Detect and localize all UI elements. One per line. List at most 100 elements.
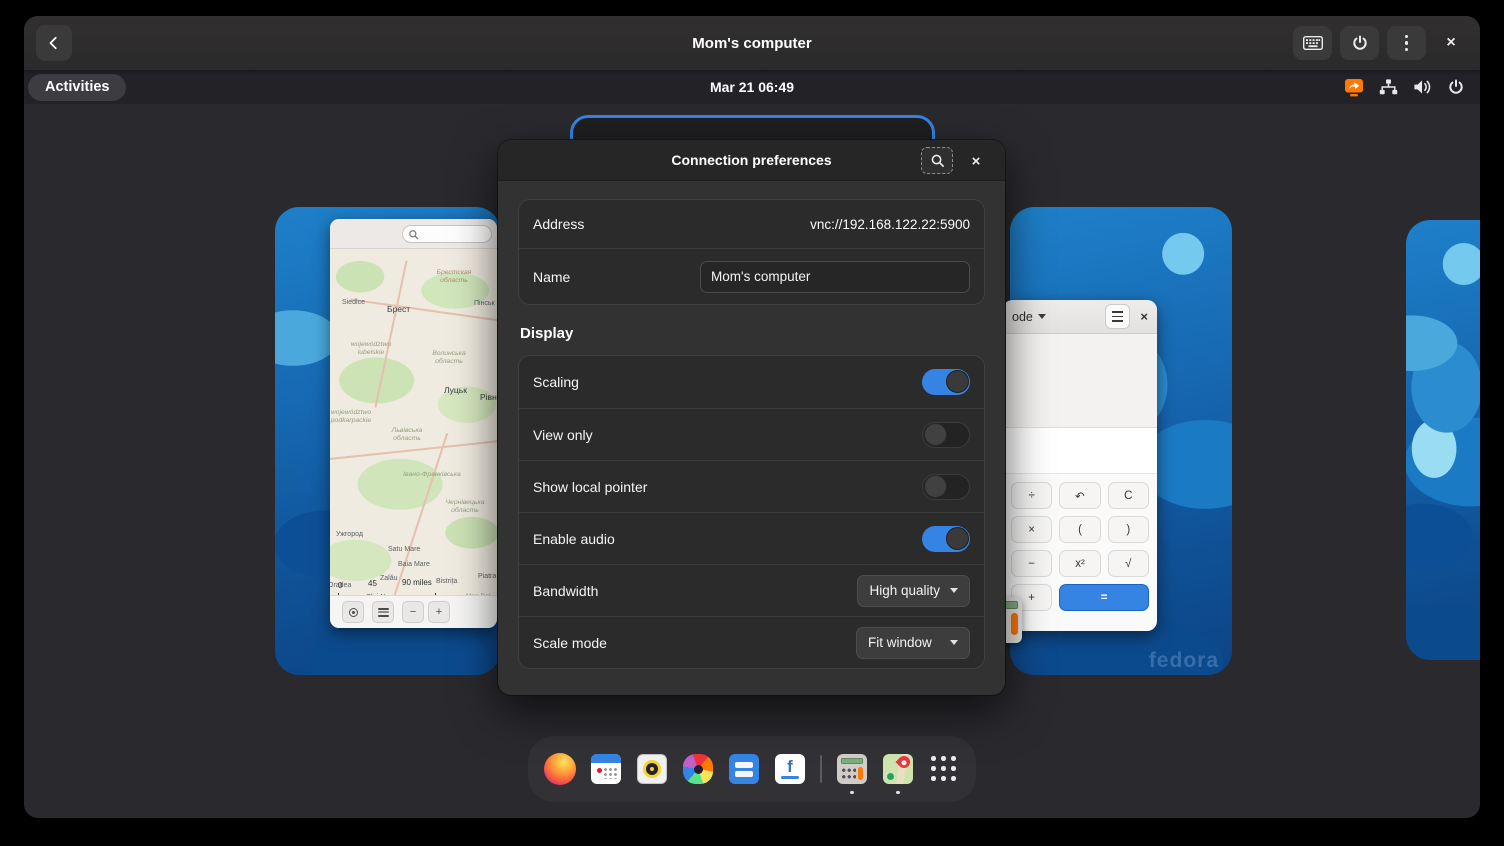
search-button[interactable]	[921, 147, 953, 174]
calculator-menu-button[interactable]	[1105, 304, 1130, 329]
connection-preferences-dialog: Connection preferences × Address vnc://1…	[498, 140, 1005, 695]
address-row: Address vnc://192.168.122.22:5900	[519, 200, 984, 248]
show-local-pointer-label: Show local pointer	[533, 479, 647, 495]
back-button[interactable]	[36, 25, 72, 61]
map-label: województwo lubelskie	[348, 341, 394, 357]
bandwidth-dropdown[interactable]: High quality	[857, 575, 970, 607]
search-icon	[408, 229, 419, 240]
calculator-mode-dropdown[interactable]: ode	[1012, 310, 1046, 324]
zoom-in-button[interactable]: +	[428, 601, 450, 623]
bandwidth-value: High quality	[869, 583, 940, 598]
scale-mode-row: Scale mode Fit window	[519, 616, 984, 668]
workspace-preview-partial[interactable]	[1406, 220, 1480, 660]
dock-item-maps[interactable]	[882, 753, 914, 785]
calc-clear-button[interactable]: C	[1108, 482, 1149, 509]
dock-item-firefox[interactable]	[544, 753, 576, 785]
calculator-window-preview[interactable]: ode × ÷ ↶ C × ( ) − x² √ +	[1003, 300, 1157, 631]
map-label: województwo podkarpackie	[330, 409, 374, 425]
locate-icon	[349, 608, 358, 617]
address-label: Address	[533, 216, 584, 232]
identity-group: Address vnc://192.168.122.22:5900 Name	[518, 199, 985, 305]
name-row: Name	[519, 248, 984, 304]
display-group: Scaling View only Show local pointer Ena…	[518, 355, 985, 669]
map-label: Siedlce	[342, 299, 365, 306]
enable-audio-label: Enable audio	[533, 531, 615, 547]
calc-undo-button[interactable]: ↶	[1059, 482, 1100, 509]
bandwidth-label: Bandwidth	[533, 583, 598, 599]
scale-mode-dropdown[interactable]: Fit window	[856, 627, 970, 659]
map-label: Piatra	[478, 573, 496, 580]
map-label: Брестская область	[428, 269, 480, 285]
scaling-toggle[interactable]	[922, 369, 970, 395]
calc-sqrt-button[interactable]: √	[1108, 550, 1149, 577]
music-icon	[637, 754, 667, 784]
window-menu-button[interactable]	[1387, 26, 1426, 60]
screen-share-icon	[1344, 78, 1364, 97]
maps-headerbar	[330, 219, 497, 249]
running-indicator	[896, 791, 900, 795]
maps-window-preview[interactable]: Брестская область Siedlce Брест Пінськ w…	[330, 219, 497, 628]
power-icon	[1352, 35, 1368, 51]
map-label: Пінськ	[474, 300, 495, 307]
calc-square-button[interactable]: x²	[1059, 550, 1100, 577]
view-only-toggle[interactable]	[922, 422, 970, 448]
activities-button[interactable]: Activities	[28, 74, 126, 101]
map-label: Івано-Франківська	[402, 471, 462, 479]
dock-item-fedora[interactable]: f	[774, 753, 806, 785]
clock[interactable]: Mar 21 06:49	[24, 79, 1480, 95]
dock-item-photos[interactable]	[682, 753, 714, 785]
map-canvas[interactable]: Брестская область Siedlce Брест Пінськ w…	[330, 249, 497, 595]
dash-dock: f	[528, 736, 976, 802]
zoom-out-button[interactable]: −	[402, 601, 424, 623]
power-icon	[1448, 79, 1464, 95]
view-only-row: View only	[519, 408, 984, 460]
close-icon[interactable]: ×	[1140, 309, 1148, 324]
locate-button[interactable]	[342, 601, 364, 623]
close-window-button[interactable]: ×	[1434, 26, 1468, 60]
layers-button[interactable]	[372, 601, 394, 623]
dock-item-files[interactable]	[728, 753, 760, 785]
dock-item-app-grid[interactable]	[928, 753, 960, 785]
calc-equals-button[interactable]: =	[1059, 584, 1149, 611]
toggle-knob	[924, 475, 947, 498]
name-input[interactable]	[700, 261, 970, 293]
show-local-pointer-toggle[interactable]	[922, 474, 970, 500]
files-icon	[729, 754, 759, 784]
keyboard-shortcuts-button[interactable]	[1293, 26, 1332, 60]
view-only-label: View only	[533, 427, 593, 443]
enable-audio-toggle[interactable]	[922, 526, 970, 552]
app-grid-icon	[929, 754, 959, 784]
dialog-title: Connection preferences	[671, 152, 831, 168]
system-tray[interactable]	[1344, 78, 1464, 97]
enable-audio-row: Enable audio	[519, 512, 984, 564]
map-label: Волинська область	[426, 350, 472, 366]
search-icon	[930, 153, 945, 168]
maps-search-entry[interactable]	[402, 225, 492, 243]
calc-multiply-button[interactable]: ×	[1011, 516, 1052, 543]
scale-mode-value: Fit window	[868, 635, 932, 650]
chevron-down-icon	[950, 588, 958, 593]
calc-minus-button[interactable]: −	[1011, 550, 1052, 577]
calc-open-paren-button[interactable]: (	[1059, 516, 1100, 543]
firefox-icon	[544, 753, 576, 785]
menu-icon	[1405, 35, 1409, 52]
scale-mid: 45	[368, 579, 377, 588]
show-local-pointer-row: Show local pointer	[519, 460, 984, 512]
calculator-entry[interactable]	[1003, 428, 1157, 474]
calculator-icon	[837, 754, 867, 784]
back-icon	[47, 36, 61, 50]
dock-item-calendar[interactable]	[590, 753, 622, 785]
photos-icon	[683, 754, 713, 784]
dock-item-music[interactable]	[636, 753, 668, 785]
map-label: Львівська область	[384, 427, 430, 443]
map-road	[374, 260, 407, 407]
dialog-close-button[interactable]: ×	[963, 148, 989, 174]
network-icon	[1379, 79, 1398, 95]
calc-divide-button[interactable]: ÷	[1011, 482, 1052, 509]
dock-divider	[820, 755, 822, 783]
calc-close-paren-button[interactable]: )	[1108, 516, 1149, 543]
scale-zero: 0	[338, 581, 342, 590]
shutdown-remote-button[interactable]	[1340, 26, 1379, 60]
map-road	[394, 433, 448, 595]
dock-item-calculator[interactable]	[836, 753, 868, 785]
